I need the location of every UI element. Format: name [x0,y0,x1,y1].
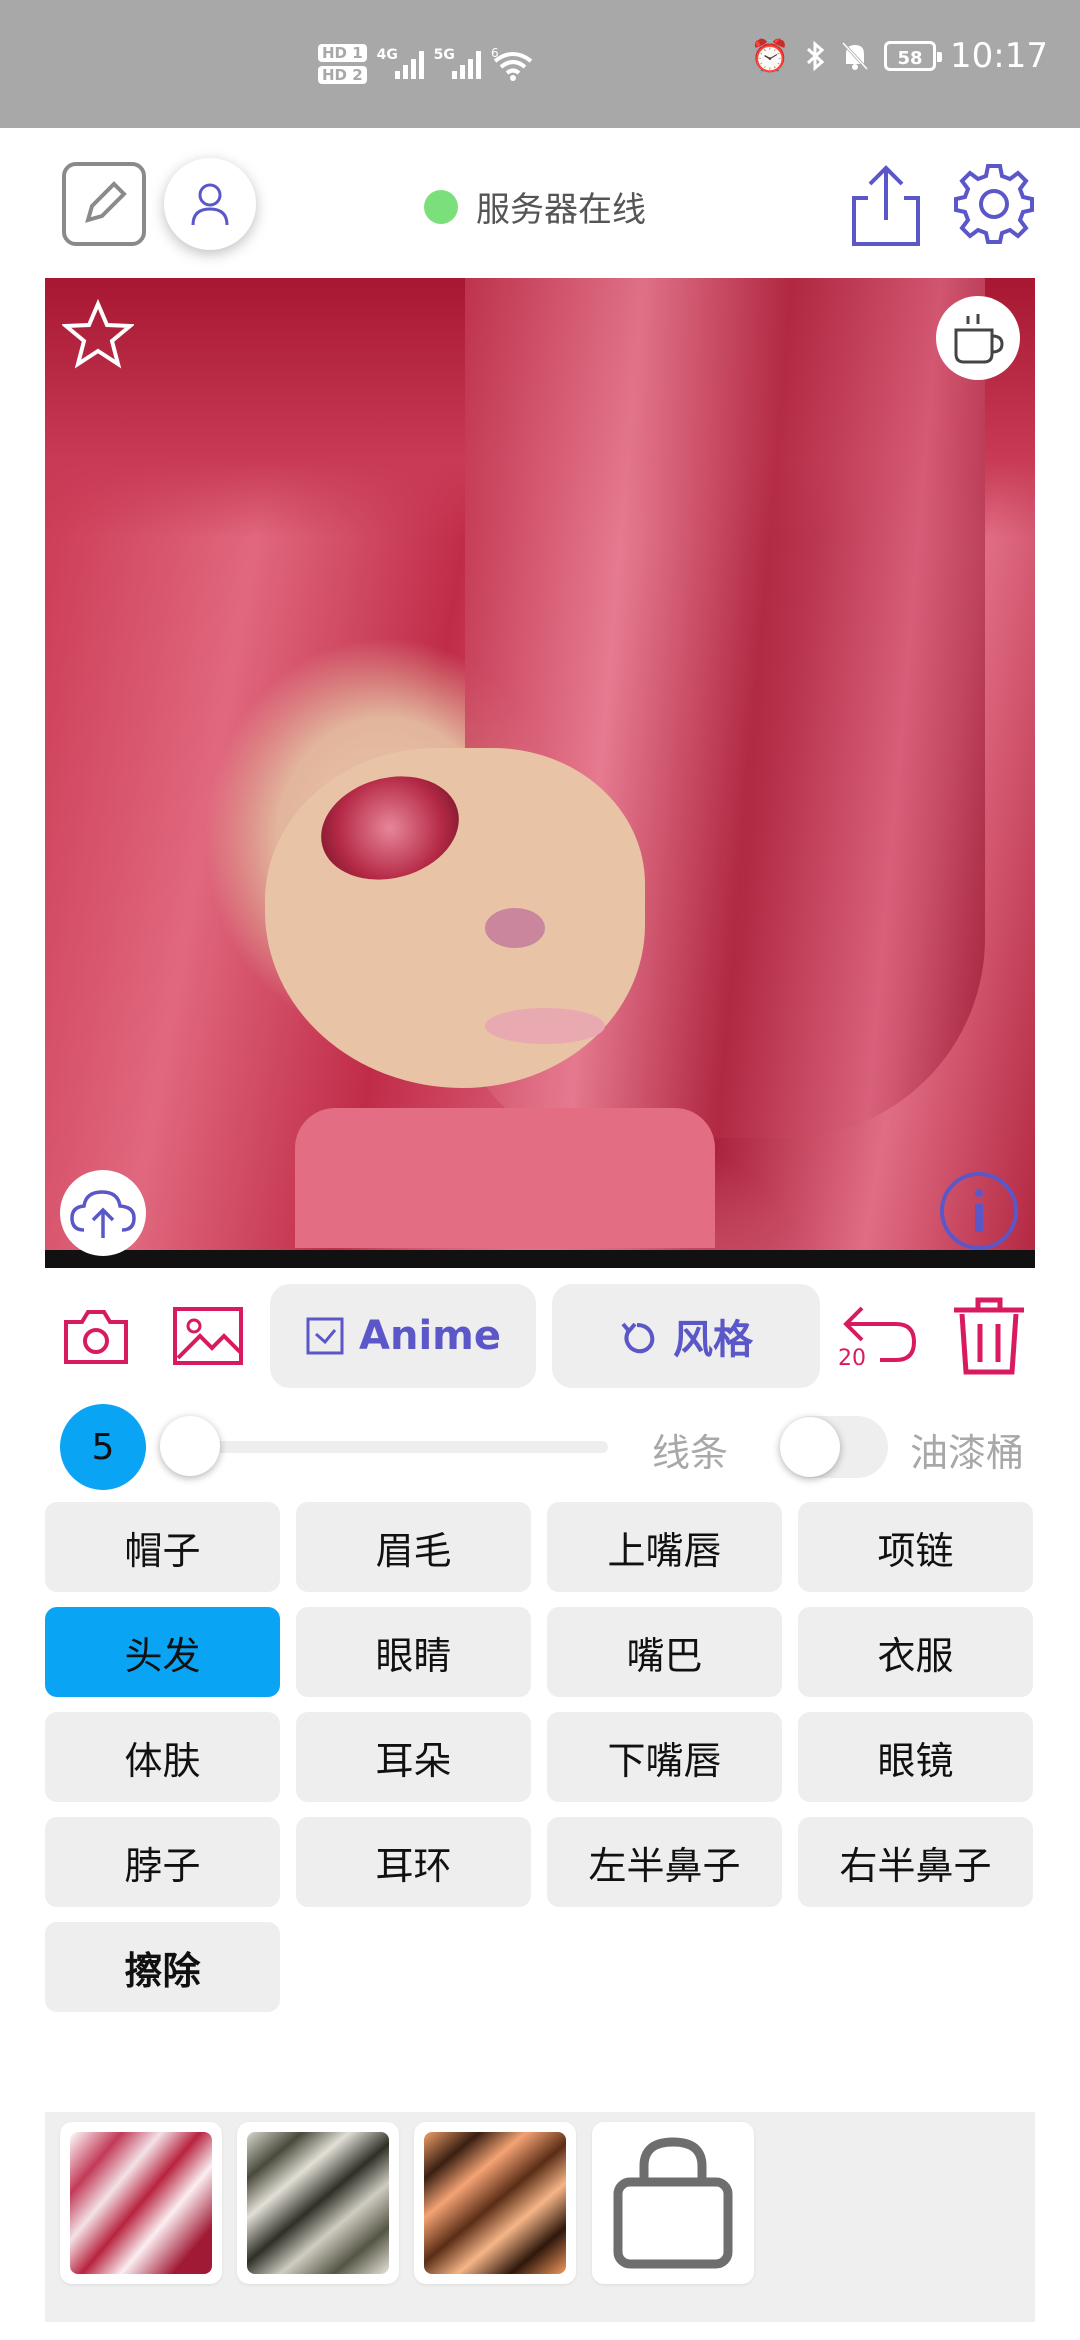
refresh-icon [621,1322,655,1354]
cloud-upload-icon [70,1190,136,1238]
hd1-badge: HD 1 [318,44,367,62]
camera-icon [64,1310,128,1364]
lines-label: 线条 [652,1431,729,1475]
part-chip-erase[interactable]: 擦除 [45,1922,280,2012]
anime-label: Anime [359,1313,501,1359]
drawing-canvas[interactable] [45,278,1035,1268]
favorite-button[interactable] [60,298,136,370]
shopping-bag-icon [613,2137,733,2269]
star-icon [60,298,136,369]
hd2-badge: HD 2 [318,66,367,84]
status-right: ⏰ 58 10:17 [750,36,1048,76]
anime-toggle-button[interactable]: Anime [270,1284,536,1388]
edit-icon [85,181,127,223]
part-chip-ears[interactable]: 耳朵 [296,1712,531,1802]
style-button[interactable]: 风格 [552,1284,820,1388]
server-status: 服务器在线 [424,182,646,231]
settings-button[interactable] [950,160,1038,248]
coffee-button[interactable] [936,296,1020,380]
undo-count: 20 [838,1346,866,1371]
bluetooth-icon [806,40,825,72]
style-swatch[interactable] [237,2122,399,2284]
share-icon [852,165,920,246]
part-chip-hair[interactable]: 头发 [45,1607,280,1697]
edit-button[interactable] [62,162,146,246]
part-chip-earrings[interactable]: 耳环 [296,1817,531,1907]
part-chip-lower-lip[interactable]: 下嘴唇 [547,1712,782,1802]
part-chip-necklace[interactable]: 项链 [798,1502,1033,1592]
brush-size-slider-thumb[interactable] [160,1416,220,1476]
style-swatch[interactable] [414,2122,576,2284]
toggle-knob [780,1417,840,1477]
part-chip-clothes[interactable]: 衣服 [798,1607,1033,1697]
status-bar: HD 1 HD 2 4G 5G 6 ⏰ 58 10:17 [0,0,1080,128]
part-chip-left-nose[interactable]: 左半鼻子 [547,1817,782,1907]
camera-button[interactable] [62,1308,130,1366]
part-chip-eyes[interactable]: 眼睛 [296,1607,531,1697]
user-button[interactable] [164,158,256,250]
brush-size-badge: 5 [60,1404,146,1490]
part-chip-eyebrows[interactable]: 眉毛 [296,1502,531,1592]
battery-icon: 58 [884,41,943,71]
bucket-label: 油漆桶 [910,1431,1025,1475]
part-chip-neck[interactable]: 脖子 [45,1817,280,1907]
signal-icon-sim2: 5G [434,47,481,79]
server-status-label: 服务器在线 [476,190,646,230]
share-button[interactable] [846,160,926,250]
clock: 10:17 [950,36,1048,76]
part-chip-skin[interactable]: 体肤 [45,1712,280,1802]
part-chip-hat[interactable]: 帽子 [45,1502,280,1592]
style-label: 风格 [673,1317,753,1363]
part-chip-right-nose[interactable]: 右半鼻子 [798,1817,1033,1907]
network-indicators: HD 1 HD 2 4G 5G 6 [318,44,535,84]
image-icon [173,1307,243,1365]
signal-icon-sim1: 4G [377,47,424,79]
part-chip-upper-lip[interactable]: 上嘴唇 [547,1502,782,1592]
user-icon [191,183,229,226]
mute-bell-icon [841,41,869,71]
coffee-cup-icon [954,314,1004,364]
shop-button[interactable] [592,2122,754,2284]
info-button[interactable] [938,1170,1020,1252]
style-swatch[interactable] [60,2122,222,2284]
part-chip-mouth[interactable]: 嘴巴 [547,1607,782,1697]
bucket-toggle[interactable] [780,1416,888,1478]
info-icon [940,1172,1018,1250]
status-dot [424,189,458,224]
parts-grid: 帽子 眉毛 上嘴唇 项链 头发 眼睛 嘴巴 衣服 体肤 耳朵 下嘴唇 眼镜 脖子… [45,1502,1035,2012]
gallery-button[interactable] [172,1306,244,1366]
part-chip-glasses[interactable]: 眼镜 [798,1712,1033,1802]
brush-size-slider[interactable] [190,1441,608,1453]
trash-icon [954,1297,1024,1375]
gear-icon [954,164,1034,244]
clear-button[interactable] [950,1296,1028,1376]
checkbox-icon [306,1317,344,1355]
alarm-icon: ⏰ [750,37,791,75]
upload-button[interactable] [60,1170,146,1256]
wifi-icon: 6 [491,47,532,81]
style-swatches [45,2112,1035,2322]
